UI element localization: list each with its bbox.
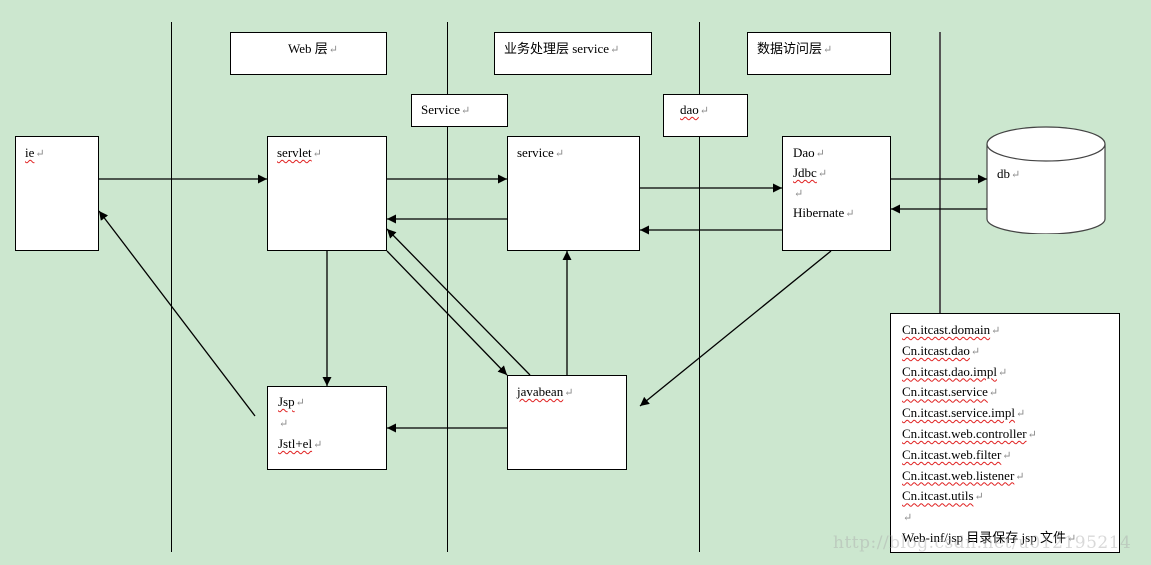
watermark: http://blog.csdn.net/u012195214 (833, 533, 1132, 553)
arrow-javabean-to-servlet (386, 228, 531, 376)
arrow-jsp-to-ie (98, 210, 256, 417)
arrow-dao-to-javabean (639, 250, 832, 407)
arrows-layer (98, 174, 987, 433)
arrow-servlet-to-javabean (386, 250, 508, 376)
